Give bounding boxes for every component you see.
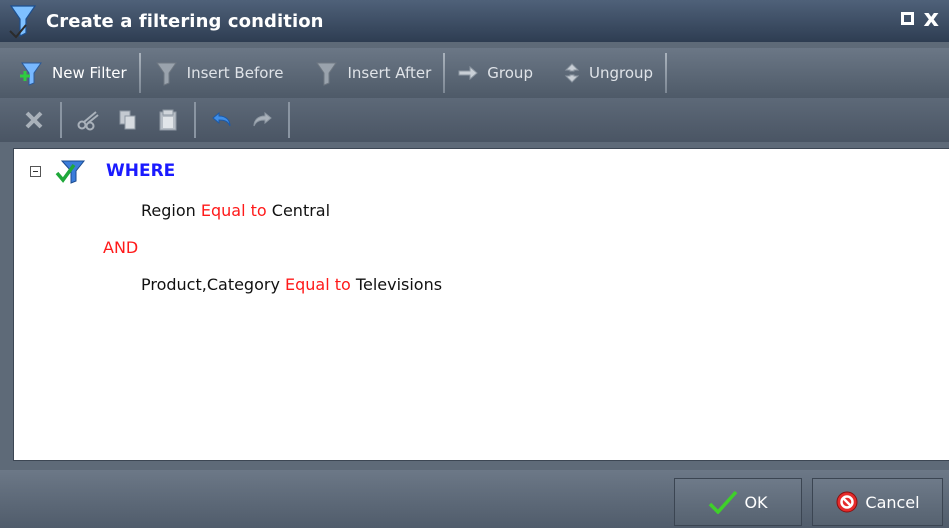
close-icon[interactable]: x: [924, 6, 939, 30]
condition-operator: Equal to: [285, 275, 351, 294]
toolbar-separator: [288, 102, 290, 138]
cancel-button[interactable]: Cancel: [812, 478, 943, 526]
condition-editor[interactable]: WHERE Region Equal to Central AND Produc…: [13, 148, 949, 461]
condition-field: Region: [141, 201, 196, 220]
toolbar-separator: [443, 53, 446, 93]
insert-before-button[interactable]: Insert Before: [145, 53, 292, 93]
maximize-icon[interactable]: [900, 11, 914, 25]
delete-button[interactable]: [14, 102, 54, 138]
insert-after-button[interactable]: Insert After: [305, 53, 439, 93]
condition-field: Product,Category: [141, 275, 280, 294]
insert-before-label: Insert Before: [186, 64, 284, 82]
cancel-label: Cancel: [865, 492, 920, 512]
ungroup-button[interactable]: Ungroup: [555, 53, 661, 93]
group-label: Group: [487, 64, 533, 82]
filter-funnel-icon: [9, 5, 37, 39]
dialog-footer: OK Cancel: [0, 470, 949, 528]
title-bar[interactable]: Create a filtering condition x: [0, 0, 949, 42]
cut-icon: [77, 111, 99, 131]
condition-value: Central: [271, 201, 331, 220]
undo-button[interactable]: [202, 102, 242, 138]
where-label[interactable]: WHERE: [106, 161, 175, 181]
paste-icon: [159, 109, 177, 131]
collapse-icon[interactable]: [30, 166, 41, 177]
copy-button[interactable]: [108, 102, 148, 138]
ungroup-label: Ungroup: [588, 64, 654, 82]
ok-label: OK: [744, 492, 768, 512]
redo-icon: [253, 111, 272, 127]
insert-after-icon: [316, 62, 338, 86]
group-arrow-icon: [458, 65, 479, 81]
paste-button[interactable]: [148, 102, 188, 138]
toolbar-separator: [665, 53, 668, 93]
cut-button[interactable]: [68, 102, 108, 138]
new-filter-label: New Filter: [52, 64, 127, 82]
insert-after-label: Insert After: [347, 64, 432, 82]
condition-row[interactable]: Product,Category Equal to Televisions: [141, 275, 442, 294]
ok-button[interactable]: OK: [674, 478, 802, 526]
insert-before-icon: [155, 62, 177, 86]
filter-check-icon: [55, 160, 86, 184]
copy-icon: [119, 110, 136, 130]
condition-operator: Equal to: [200, 201, 267, 220]
filter-dialog: Create a filtering condition x New Filte…: [0, 0, 949, 528]
group-button[interactable]: Group: [449, 53, 541, 93]
redo-button[interactable]: [242, 102, 282, 138]
new-filter-button[interactable]: New Filter: [10, 53, 135, 93]
delete-icon: [25, 111, 43, 129]
toolbar-separator: [60, 102, 62, 138]
condition-value: Televisions: [355, 275, 443, 294]
toolbar-separator: [194, 102, 196, 138]
edit-toolbar: [0, 98, 949, 142]
checkmark-icon: [709, 490, 738, 514]
toolbar-separator: [138, 53, 141, 93]
cancel-icon: [836, 491, 858, 513]
ungroup-arrows-icon: [564, 63, 580, 83]
filter-toolbar: New Filter Insert Before Insert After Gr…: [0, 48, 949, 98]
undo-icon: [212, 111, 231, 127]
dialog-title: Create a filtering condition: [46, 10, 324, 32]
new-filter-icon: [20, 62, 42, 86]
condition-row[interactable]: Region Equal to Central: [141, 201, 330, 220]
and-operator[interactable]: AND: [103, 238, 138, 257]
